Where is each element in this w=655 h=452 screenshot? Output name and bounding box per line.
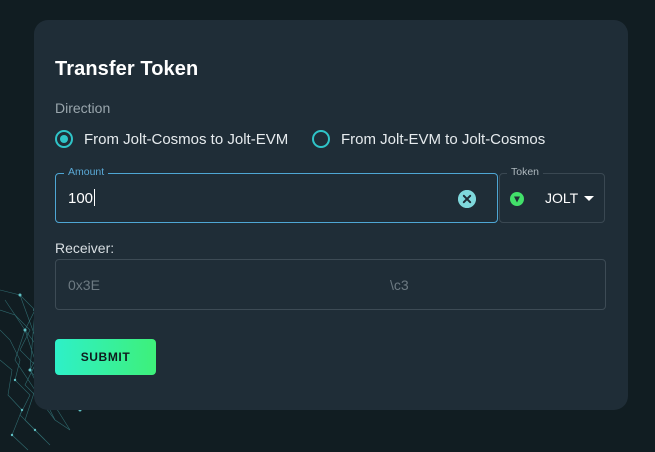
radio-evm-to-cosmos[interactable]: From Jolt-EVM to Jolt-Cosmos — [312, 129, 545, 149]
amount-value-wrap: 100 — [68, 189, 96, 207]
token-legend: Token — [507, 166, 544, 178]
page-title: Transfer Token — [55, 58, 199, 80]
receiver-value-start: 0x3E — [68, 277, 100, 293]
radio-label: From Jolt-Cosmos to Jolt-EVM — [84, 130, 289, 148]
receiver-input[interactable]: 0x3E \c3 — [55, 259, 606, 310]
transfer-token-card: Transfer Token Direction From Jolt-Cosmo… — [34, 20, 628, 410]
submit-button[interactable]: SUBMIT — [55, 339, 156, 375]
amount-value: 100 — [68, 190, 94, 207]
amount-field[interactable]: Amount 100 — [55, 166, 498, 223]
chevron-down-icon — [584, 196, 594, 201]
jolt-token-icon — [510, 192, 524, 206]
receiver-label: Receiver: — [55, 240, 115, 256]
token-select[interactable]: Token JOLT — [499, 166, 605, 223]
amount-legend: Amount — [64, 166, 109, 178]
radio-checked-icon — [55, 130, 73, 148]
text-caret — [94, 189, 96, 206]
token-value: JOLT — [545, 190, 579, 206]
radio-unchecked-icon — [312, 130, 330, 148]
receiver-value-end: \c3 — [390, 277, 409, 293]
clear-icon[interactable] — [458, 190, 476, 208]
radio-cosmos-to-evm[interactable]: From Jolt-Cosmos to Jolt-EVM — [55, 129, 288, 149]
direction-label: Direction — [55, 100, 111, 116]
radio-label: From Jolt-EVM to Jolt-Cosmos — [341, 130, 546, 148]
